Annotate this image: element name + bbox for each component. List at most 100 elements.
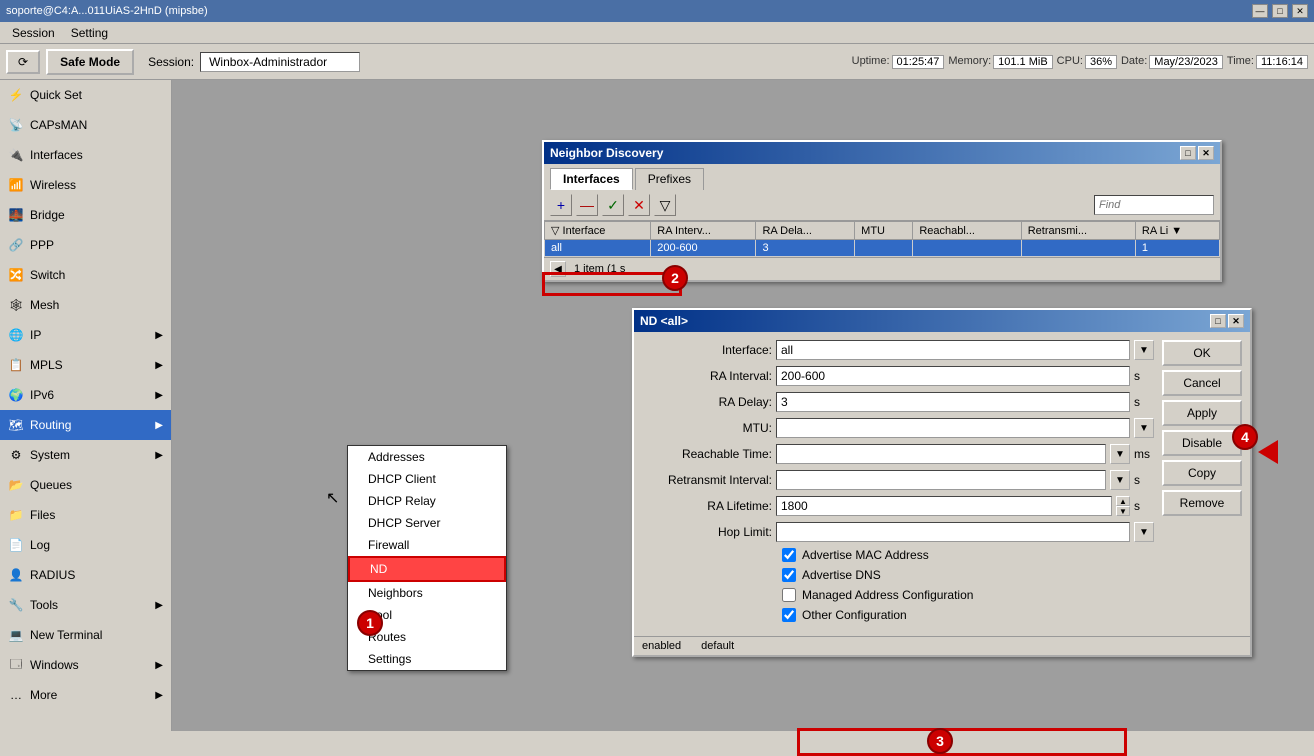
badge-4: 4 — [1232, 424, 1258, 450]
col-header-reachable[interactable]: Reachabl... — [913, 222, 1021, 240]
tools-arrow-icon: ▶ — [155, 600, 163, 611]
ctx-dhcp-client[interactable]: DHCP Client — [348, 468, 506, 490]
hop-limit-dropdown[interactable]: ▼ — [1134, 522, 1154, 542]
advertise-mac-checkbox[interactable] — [782, 548, 796, 562]
copy-button[interactable]: Copy — [1162, 460, 1242, 486]
sidebar-item-mesh[interactable]: 🕸 Mesh — [0, 290, 171, 320]
memory-label: Memory: — [948, 55, 991, 69]
mtu-dropdown[interactable]: ▼ — [1134, 418, 1154, 438]
title-bar: soporte@C4:A...011UiAS-2HnD (mipsbe) — □… — [0, 0, 1314, 22]
ctx-dhcp-server[interactable]: DHCP Server — [348, 512, 506, 534]
ctx-neighbors[interactable]: Neighbors — [348, 582, 506, 604]
sidebar-item-more[interactable]: … More ▶ — [0, 680, 171, 710]
ra-interval-input[interactable] — [776, 366, 1130, 386]
sidebar-item-ipv6[interactable]: 🌍 IPv6 ▶ — [0, 380, 171, 410]
sidebar-item-mpls[interactable]: 📋 MPLS ▶ — [0, 350, 171, 380]
ra-lifetime-input[interactable] — [776, 496, 1112, 516]
check-button[interactable]: ✓ — [602, 194, 624, 216]
maximize-button[interactable]: □ — [1272, 4, 1288, 18]
sidebar-label-ipv6: IPv6 — [30, 388, 149, 402]
menu-session[interactable]: Session — [4, 24, 63, 42]
safe-mode-button[interactable]: Safe Mode — [46, 49, 134, 75]
ctx-firewall[interactable]: Firewall — [348, 534, 506, 556]
nd-remove-button[interactable]: Remove — [1162, 490, 1242, 516]
sidebar-item-bridge[interactable]: 🌉 Bridge — [0, 200, 171, 230]
sidebar-item-system[interactable]: ⚙ System ▶ — [0, 440, 171, 470]
minimize-button[interactable]: — — [1252, 4, 1268, 18]
sidebar-label-capsman: CAPsMAN — [30, 118, 163, 132]
apply-button[interactable]: Apply — [1162, 400, 1242, 426]
nd-dialog-close-button[interactable]: ✕ — [1228, 314, 1244, 328]
status-enabled: enabled — [642, 640, 681, 652]
ra-lifetime-up-button[interactable]: ▲ — [1116, 496, 1130, 506]
sidebar-item-ppp[interactable]: 🔗 PPP — [0, 230, 171, 260]
filter-button[interactable]: ▽ — [654, 194, 676, 216]
apply-arrow — [1258, 440, 1278, 464]
add-button[interactable]: + — [550, 194, 572, 216]
ok-button[interactable]: OK — [1162, 340, 1242, 366]
ra-delay-input[interactable] — [776, 392, 1130, 412]
nd-window-toolbar: + — ✓ ✕ ▽ — [544, 190, 1220, 221]
sidebar-item-files[interactable]: 📁 Files — [0, 500, 171, 530]
col-header-ra-delay[interactable]: RA Dela... — [756, 222, 855, 240]
time-label: Time: — [1227, 55, 1254, 69]
sidebar-item-switch[interactable]: 🔀 Switch — [0, 260, 171, 290]
sidebar-item-capsman[interactable]: 📡 CAPsMAN — [0, 110, 171, 140]
find-input[interactable] — [1094, 195, 1214, 215]
col-header-mtu[interactable]: MTU — [855, 222, 913, 240]
interface-input[interactable] — [776, 340, 1130, 360]
scroll-left-button[interactable]: ◀ — [550, 261, 566, 277]
system-icon: ⚙ — [8, 447, 24, 463]
windows-icon: 🗔 — [8, 657, 24, 673]
retransmit-dropdown[interactable]: ▼ — [1110, 470, 1130, 490]
ctx-addresses[interactable]: Addresses — [348, 446, 506, 468]
sidebar-item-routing[interactable]: 🗺 Routing ▶ — [0, 410, 171, 440]
badge-2: 2 — [662, 265, 688, 291]
date-item: Date: May/23/2023 — [1121, 55, 1223, 69]
tab-interfaces[interactable]: Interfaces — [550, 168, 633, 190]
sidebar-item-log[interactable]: 📄 Log — [0, 530, 171, 560]
sidebar-item-new-terminal[interactable]: 💻 New Terminal — [0, 620, 171, 650]
sidebar-item-wireless[interactable]: 📶 Wireless — [0, 170, 171, 200]
sidebar-item-windows[interactable]: 🗔 Windows ▶ — [0, 650, 171, 680]
cancel-button[interactable]: Cancel — [1162, 370, 1242, 396]
reachable-dropdown[interactable]: ▼ — [1110, 444, 1130, 464]
col-header-retransmit[interactable]: Retransmi... — [1021, 222, 1135, 240]
ctx-dhcp-relay[interactable]: DHCP Relay — [348, 490, 506, 512]
remove-button[interactable]: — — [576, 194, 598, 216]
reachable-input[interactable] — [776, 444, 1106, 464]
advertise-dns-checkbox[interactable] — [782, 568, 796, 582]
interface-dropdown[interactable]: ▼ — [1134, 340, 1154, 360]
sidebar-item-quick-set[interactable]: ⚡ Quick Set — [0, 80, 171, 110]
col-header-ra-interval[interactable]: RA Interv... — [651, 222, 756, 240]
ra-lifetime-down-button[interactable]: ▼ — [1116, 506, 1130, 516]
close-button[interactable]: ✕ — [1292, 4, 1308, 18]
mtu-input[interactable] — [776, 418, 1130, 438]
ctx-nd[interactable]: ND — [348, 556, 506, 582]
nd-window-restore-button[interactable]: □ — [1180, 146, 1196, 160]
nd-dialog-restore-button[interactable]: □ — [1210, 314, 1226, 328]
refresh-button[interactable]: ⟳ — [6, 50, 40, 74]
sidebar-label-windows: Windows — [30, 658, 149, 672]
col-header-ra-lifetime[interactable]: RA Li ▼ — [1135, 222, 1219, 240]
tab-prefixes[interactable]: Prefixes — [635, 168, 704, 190]
cpu-value: 36% — [1085, 55, 1117, 69]
nd-window-close-button[interactable]: ✕ — [1198, 146, 1214, 160]
ra-delay-row: RA Delay: s — [642, 392, 1154, 412]
hop-limit-input[interactable] — [776, 522, 1130, 542]
sidebar-item-queues[interactable]: 📂 Queues — [0, 470, 171, 500]
cross-button[interactable]: ✕ — [628, 194, 650, 216]
sidebar-item-interfaces[interactable]: 🔌 Interfaces — [0, 140, 171, 170]
ctx-settings[interactable]: Settings — [348, 648, 506, 670]
retransmit-input[interactable] — [776, 470, 1106, 490]
table-row[interactable]: all 200-600 3 1 — [545, 240, 1220, 257]
sidebar-item-radius[interactable]: 👤 RADIUS — [0, 560, 171, 590]
disable-button[interactable]: Disable — [1162, 430, 1242, 456]
managed-address-checkbox[interactable] — [782, 588, 796, 602]
managed-address-row: Managed Address Configuration — [642, 588, 1154, 602]
sidebar-item-tools[interactable]: 🔧 Tools ▶ — [0, 590, 171, 620]
menu-setting[interactable]: Setting — [63, 24, 116, 42]
other-config-checkbox[interactable] — [782, 608, 796, 622]
sidebar-item-ip[interactable]: 🌐 IP ▶ — [0, 320, 171, 350]
col-header-interface[interactable]: ▽ Interface — [545, 222, 651, 240]
